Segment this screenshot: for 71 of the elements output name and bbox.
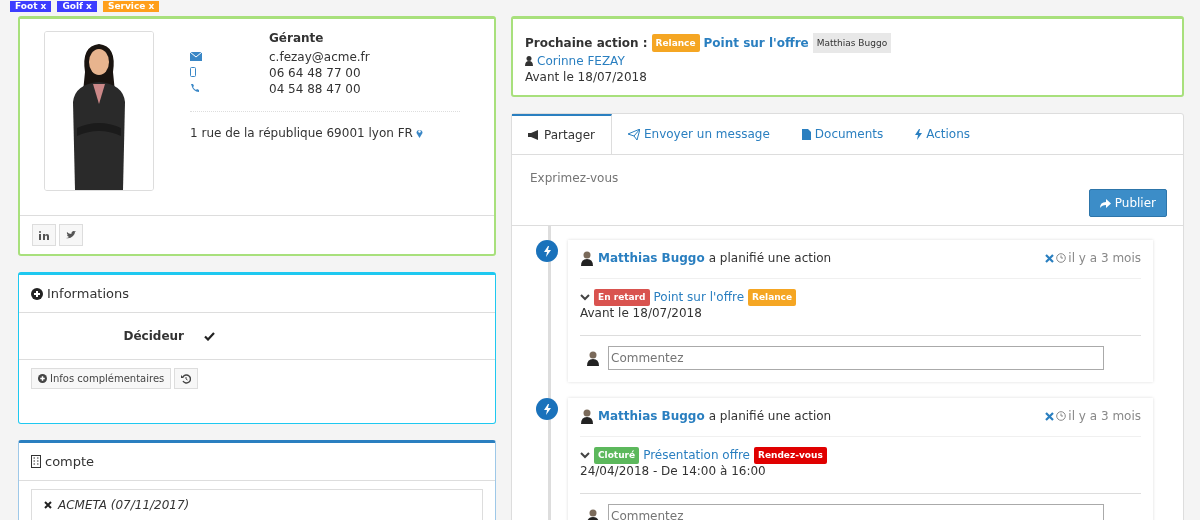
close-icon[interactable] — [1045, 253, 1055, 263]
email-text: c.fezay@acme.fr — [269, 50, 370, 64]
tab[interactable]: Envoyer un message — [612, 114, 786, 154]
linkedin-button[interactable] — [32, 224, 56, 246]
job-title: Gérante — [269, 31, 325, 47]
tab[interactable]: Partager — [512, 114, 612, 154]
type-label: Relance — [748, 289, 797, 306]
timestamp: il y a 3 mois — [1068, 409, 1141, 423]
bird-icon — [66, 231, 76, 239]
author-link[interactable]: Matthias Buggo — [598, 251, 705, 265]
envelope-icon — [190, 52, 202, 61]
avatar-icon — [586, 350, 600, 366]
avatar-icon — [586, 508, 600, 520]
panel-title: compte — [45, 454, 95, 469]
clock-icon — [1056, 253, 1067, 263]
chevron-down-icon[interactable] — [580, 294, 590, 301]
linkedin-icon — [39, 230, 49, 240]
megaphone-icon — [528, 130, 540, 140]
avatar-icon — [580, 250, 594, 266]
account-entry: ACMETA (07/11/2017) — [58, 498, 190, 512]
tag-label[interactable]: Foot x — [10, 1, 52, 12]
clock-icon — [1056, 411, 1067, 421]
author-link[interactable]: Matthias Buggo — [598, 409, 705, 423]
plus-circle-icon — [31, 287, 43, 300]
contact-link[interactable]: Corinne FEZAY — [537, 53, 625, 69]
phone-number: 04 54 88 47 00 — [269, 82, 361, 96]
paper-plane-icon — [628, 128, 640, 140]
activity-text: a planifié une action — [708, 409, 832, 423]
action-date: Avant le 18/07/2018 — [580, 306, 703, 321]
type-label: Rendez-vous — [753, 447, 827, 464]
share-arrow-icon — [1099, 198, 1111, 208]
user-icon — [525, 56, 533, 66]
mobile-number: 06 64 48 77 00 — [269, 66, 361, 80]
publish-button[interactable]: Publier — [1088, 189, 1167, 217]
mobile-phone-icon — [190, 67, 196, 77]
avatar-icon — [580, 408, 594, 424]
tab[interactable]: Actions — [899, 114, 987, 154]
lightning-icon — [915, 128, 923, 140]
plus-circle-icon — [38, 374, 47, 383]
type-label: Relance — [651, 34, 700, 52]
address-text: 1 rue de la république 69001 lyon FR — [190, 126, 413, 140]
tab[interactable]: Documents — [785, 114, 900, 154]
map-pin-icon — [415, 128, 423, 138]
owner-label: Matthias Buggo — [812, 33, 892, 53]
close-icon[interactable] — [1045, 411, 1055, 421]
activity-text: a planifié une action — [708, 251, 832, 265]
document-icon — [801, 128, 811, 140]
status-label: En retard — [594, 289, 650, 306]
due-date: Avant le 18/07/2018 — [525, 69, 648, 85]
next-action-label: Prochaine action : — [525, 35, 648, 51]
action-date: 24/04/2018 - De 14:00 à 16:00 — [580, 464, 767, 479]
building-icon — [31, 455, 41, 468]
chevron-down-icon[interactable] — [580, 452, 590, 459]
action-link[interactable]: Point sur l'offre — [703, 35, 809, 51]
history-icon — [181, 373, 192, 384]
comment-field[interactable]: Commentez — [608, 504, 1104, 520]
lightning-icon — [536, 398, 558, 420]
field-label: Décideur — [122, 329, 184, 343]
timestamp: il y a 3 mois — [1068, 251, 1141, 265]
status-label: Cloturé — [594, 447, 640, 464]
comment-field[interactable]: Commentez — [608, 346, 1104, 370]
twitter-button[interactable] — [59, 224, 83, 246]
lightning-icon — [536, 240, 558, 262]
more-info-button[interactable]: Infos complémentaires — [31, 368, 172, 389]
action-link[interactable]: Présentation offre — [643, 448, 750, 463]
tag-label[interactable]: Golf x — [57, 1, 97, 12]
history-button[interactable] — [174, 368, 199, 389]
action-link[interactable]: Point sur l'offre — [653, 290, 744, 305]
remove-icon[interactable] — [44, 501, 52, 509]
panel-title: Informations — [47, 286, 130, 301]
phone-icon — [190, 83, 200, 93]
